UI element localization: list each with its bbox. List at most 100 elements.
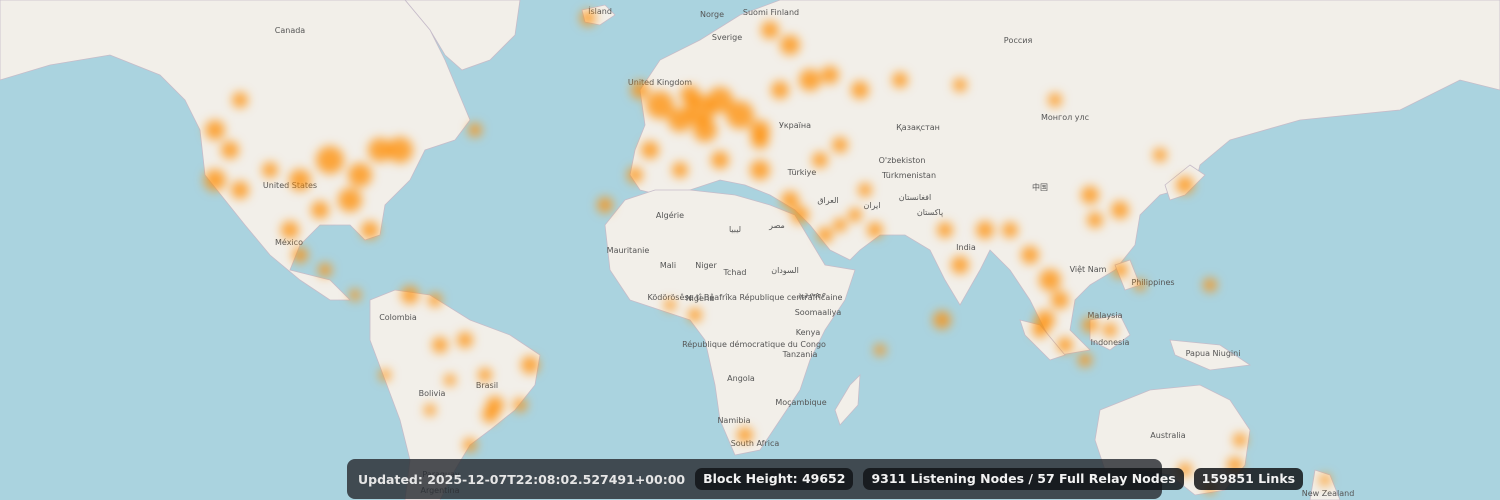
node-heat-blob [1134, 279, 1146, 291]
node-heat-blob [205, 120, 225, 140]
country-label: Sverige [712, 33, 742, 42]
node-heat-blob [1082, 317, 1098, 333]
node-heat-blob [204, 169, 226, 191]
country-label: New Zealand [1302, 489, 1355, 498]
node-heat-blob [851, 81, 869, 99]
node-heat-blob [791, 206, 809, 224]
node-heat-blob [664, 299, 676, 311]
country-label: مصر [768, 221, 785, 230]
node-heat-blob [833, 218, 847, 232]
country-label: Tanzania [782, 350, 818, 359]
country-label: Việt Nam [1070, 264, 1107, 274]
node-heat-blob [316, 146, 344, 174]
node-heat-blob [867, 222, 883, 238]
node-heat-blob [771, 81, 789, 99]
node-heat-blob [597, 197, 613, 213]
node-heat-blob [641, 141, 659, 159]
block-height-badge: Block Height: 49652 [695, 468, 854, 490]
node-heat-blob [832, 137, 848, 153]
node-heat-blob [482, 407, 498, 423]
country-label: Norge [700, 10, 724, 19]
links-count-badge: 159851 Links [1193, 468, 1304, 490]
node-heat-blob [750, 160, 770, 180]
node-heat-blob [688, 308, 702, 322]
node-heat-blob [513, 398, 527, 412]
node-heat-blob [1233, 433, 1247, 447]
node-heat-blob [521, 356, 539, 374]
node-heat-blob [848, 208, 862, 222]
node-heat-blob [751, 131, 769, 149]
country-label: Қазақстан [896, 123, 940, 132]
node-heat-blob [761, 21, 779, 39]
node-heat-blob [444, 374, 456, 386]
country-label: Suomi Finland [743, 8, 799, 17]
node-heat-blob [292, 247, 308, 263]
node-heat-blob [231, 181, 249, 199]
node-heat-blob [281, 221, 299, 239]
node-heat-blob [812, 152, 828, 168]
country-label: Australia [1150, 431, 1185, 440]
node-heat-blob [232, 92, 248, 108]
node-heat-blob [1039, 269, 1061, 291]
world-map[interactable]: CanadaÍsland NorgeSverigeSuomi FinlandРос… [0, 0, 1500, 500]
updated-timestamp: Updated: 2025-12-07T22:08:02.527491+00:0… [358, 471, 686, 487]
node-heat-blob [726, 101, 754, 129]
node-heat-blob [221, 141, 239, 159]
node-heat-blob [361, 221, 379, 239]
node-heat-blob [874, 344, 886, 356]
node-heat-blob [311, 201, 329, 219]
country-label: Türkmenistan [881, 171, 936, 180]
node-heat-blob [1103, 323, 1117, 337]
country-label: Papua Niugini [1186, 349, 1241, 358]
country-label: Kenya [796, 328, 821, 337]
node-heat-blob [817, 227, 833, 243]
node-heat-blob [457, 332, 473, 348]
node-heat-blob [1051, 291, 1069, 309]
node-heat-blob [892, 72, 908, 88]
country-label: Mauritanie [607, 246, 650, 255]
node-heat-blob [580, 10, 596, 26]
node-heat-blob [428, 293, 442, 307]
country-label: Colombia [379, 313, 417, 322]
node-heat-blob [1057, 337, 1073, 353]
node-heat-blob [1319, 474, 1331, 486]
node-heat-blob [1078, 353, 1092, 367]
node-heat-blob [401, 286, 419, 304]
node-heat-blob [737, 427, 753, 443]
node-heat-blob [1176, 176, 1194, 194]
node-heat-blob [463, 438, 477, 452]
country-label: ایران [864, 201, 881, 210]
country-label: Россия [1004, 36, 1033, 45]
country-label: Niger [695, 261, 717, 270]
node-heat-blob [318, 263, 332, 277]
node-heat-blob [821, 66, 839, 84]
node-heat-blob [858, 183, 872, 197]
node-heat-blob [799, 69, 821, 91]
node-heat-blob [338, 188, 362, 212]
node-heat-blob [1021, 246, 1039, 264]
country-label: ليبيا [729, 225, 741, 234]
node-heat-blob [432, 337, 448, 353]
node-heat-blob [693, 118, 717, 142]
node-heat-blob [289, 169, 311, 191]
node-heat-blob [1112, 262, 1128, 278]
country-label: پاکستان [917, 208, 943, 217]
node-heat-blob [627, 167, 643, 183]
node-heat-blob [976, 221, 994, 239]
node-heat-blob [424, 404, 436, 416]
node-heat-blob [478, 368, 492, 382]
node-heat-blob [780, 35, 800, 55]
country-label: Namibia [717, 416, 750, 425]
country-label: السودان [771, 266, 799, 275]
country-label: Soomaaliya [795, 308, 842, 317]
node-heat-blob [781, 191, 799, 209]
node-heat-blob [933, 311, 951, 329]
nodes-count-badge: 9311 Listening Nodes / 57 Full Relay Nod… [863, 468, 1184, 490]
node-heat-blob [379, 369, 391, 381]
country-label: South Africa [731, 439, 780, 448]
node-heat-blob [953, 78, 967, 92]
node-heat-blob [951, 256, 969, 274]
country-label: Bolivia [419, 389, 446, 398]
node-heat-blob [680, 85, 700, 105]
node-heat-blob [468, 123, 482, 137]
